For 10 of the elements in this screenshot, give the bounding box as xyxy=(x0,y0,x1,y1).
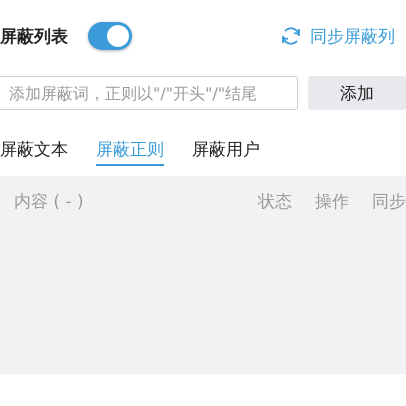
column-header: 状态 xyxy=(258,190,292,212)
column-header: 操作 xyxy=(315,190,349,212)
add-button[interactable]: 添加 xyxy=(308,76,406,110)
section-title: 屏蔽列表 xyxy=(0,26,69,48)
column-header: 同步 xyxy=(372,190,406,212)
tab[interactable]: 屏蔽用户 xyxy=(192,138,260,166)
column-header: 内容 ( - ) xyxy=(14,190,85,212)
input-field[interactable]: 添加屏蔽词，正则以"/"开头"/"结尾 xyxy=(0,76,298,110)
toggle-switch[interactable] xyxy=(88,22,132,50)
tab[interactable]: 屏蔽文本 xyxy=(0,138,68,166)
